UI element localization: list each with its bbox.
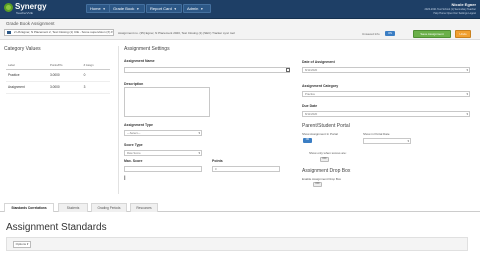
- class-selector-label: 2 HS Egner, N Placement 2, Test Closing …: [14, 30, 113, 34]
- options-button[interactable]: Options ▾: [13, 241, 31, 248]
- user-school: 2020-2021 Test School (1) Secondary Teac…: [424, 8, 476, 11]
- tab-students[interactable]: Students: [58, 203, 88, 212]
- column-header: # Assgn: [81, 62, 110, 70]
- standards-options-bar: Options ▾: [6, 237, 468, 251]
- category-points: 3.0000: [47, 81, 82, 94]
- description-label: Description: [124, 82, 144, 86]
- category-values-panel: Category Values Label Points/Pts # Assgn…: [2, 46, 114, 194]
- due-date-label: Due Date: [302, 104, 318, 108]
- top-nav-bar: Synergy TeacherVUE Home ▼ Grade Book ▼ Rep…: [0, 0, 480, 19]
- max-score-input[interactable]: [124, 166, 202, 172]
- nav-admin-button[interactable]: Admin ▼: [183, 4, 211, 13]
- chevron-down-icon: ▼: [200, 7, 204, 11]
- assignment-standards-title: Assignment Standards: [6, 222, 107, 233]
- assignment-name-input[interactable]: [124, 67, 290, 73]
- date-of-assignment-select[interactable]: 8/11/2020: [302, 67, 470, 73]
- assignment-name-label: Assignment Name: [124, 59, 155, 63]
- undo-button[interactable]: Undo: [455, 30, 471, 38]
- nav-gradebook-button[interactable]: Grade Book ▼: [109, 4, 145, 13]
- show-scores-toggle[interactable]: OFF: [320, 157, 329, 162]
- enable-drop-box-toggle[interactable]: OFF: [313, 182, 322, 187]
- assignment-type-label: Assignment Type: [124, 123, 153, 127]
- nav-label: Grade Book: [113, 6, 135, 11]
- assignment-type-select[interactable]: —Select—: [124, 130, 202, 136]
- portal-heading: Parent/Student Portal: [302, 123, 350, 129]
- due-date-select[interactable]: 8/11/2020: [302, 111, 470, 117]
- enable-drop-box-label: Enable Assignment Drop Box: [302, 177, 342, 181]
- save-assignment-button[interactable]: Save Assignment: [413, 30, 451, 38]
- table-row: Assignment 3.0000 3: [6, 81, 110, 94]
- chevron-down-icon: ▼: [173, 7, 177, 11]
- user-info: Nicole Egner 2020-2021 Test School (1) S…: [406, 2, 476, 15]
- gear-logo-icon: [4, 3, 13, 12]
- category-count: 3: [81, 81, 110, 94]
- assignment-settings-heading: Assignment Settings: [124, 46, 170, 52]
- nav-reportcard-button[interactable]: Report Card ▼: [146, 4, 182, 13]
- score-type-select[interactable]: Raw Score: [124, 150, 202, 156]
- category-label: Practice: [6, 69, 48, 82]
- show-in-portal-date-select[interactable]: [363, 138, 411, 144]
- assignment-category-select[interactable]: Practice: [302, 91, 470, 97]
- column-header: Points/Pts: [47, 62, 82, 70]
- category-values-heading: Category Values: [4, 46, 41, 52]
- show-in-portal-label: Show Assignment In Portal: [302, 132, 338, 136]
- nav-label: Admin: [187, 6, 199, 11]
- tab-standards-correlations[interactable]: Standards Correlations: [4, 203, 54, 212]
- show-in-portal-toggle[interactable]: ON: [303, 138, 312, 143]
- chevron-down-icon: ▼: [102, 7, 106, 11]
- page-title: Grade Book Assignment: [6, 21, 55, 26]
- tab-bar: Standards Correlations Students Grading …: [0, 201, 480, 212]
- logo-name: Synergy: [15, 2, 47, 11]
- table-header-row: Label Points/Pts # Assgn: [6, 62, 110, 70]
- assignment-category-label: Assignment Category: [302, 84, 339, 88]
- category-points: 3.0000: [47, 69, 82, 82]
- date-of-assignment-label: Date of Assignment: [302, 60, 335, 64]
- class-selector[interactable]: 2 HS Egner, N Placement 2, Test Closing …: [4, 29, 114, 36]
- tab-grading-periods[interactable]: Grading Periods: [91, 203, 127, 212]
- logo-subtitle: TeacherVUE: [16, 11, 33, 15]
- points-input[interactable]: 0: [212, 166, 280, 172]
- category-label: Assignment: [6, 81, 48, 94]
- person-icon: [7, 31, 11, 34]
- context-description: Assignment no. (35) Egner, N Placement 2…: [118, 31, 235, 35]
- user-links[interactable]: Help Home Open Doc Settings Logout: [406, 12, 476, 15]
- show-in-portal-date-label: Show in Portal Date: [363, 132, 390, 136]
- nav-label: Home: [90, 6, 101, 11]
- chevron-down-icon: ▼: [136, 7, 140, 11]
- assignment-settings-panel: Assignment Settings Assignment Name Desc…: [118, 46, 474, 194]
- synergy-logo[interactable]: Synergy TeacherVUE: [4, 2, 47, 17]
- show-scores-label: Show only when scores are:: [309, 151, 347, 155]
- tab-resources[interactable]: Resources: [130, 203, 158, 212]
- category-table: Label Points/Pts # Assgn Practice 3.0000…: [6, 62, 110, 94]
- user-name: Nicole Egner: [451, 2, 476, 7]
- nav-label: Report Card: [150, 6, 172, 11]
- unsaved-toggle[interactable]: ON: [385, 31, 395, 36]
- points-label: Points: [212, 159, 223, 163]
- column-header: Label: [6, 62, 48, 70]
- text-cursor-icon: I: [124, 176, 126, 182]
- description-textarea[interactable]: [124, 87, 210, 117]
- max-score-label: Max. Score: [124, 159, 143, 163]
- score-type-label: Score Type: [124, 143, 143, 147]
- unsaved-label: Unsaved Info: [362, 32, 380, 36]
- drop-box-heading: Assignment Drop Box: [302, 168, 351, 174]
- category-count: 0: [81, 69, 110, 82]
- page-toolbar: Grade Book Assignment 2 HS Egner, N Plac…: [0, 19, 480, 40]
- table-row: Practice 3.0000 0: [6, 69, 110, 82]
- calendar-icon[interactable]: [286, 68, 290, 72]
